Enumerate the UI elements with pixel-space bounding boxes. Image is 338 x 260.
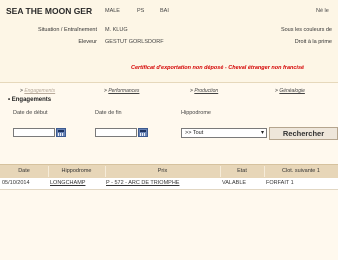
horse-sex: MALE <box>105 8 120 14</box>
tab-label: Performances <box>108 88 140 94</box>
situation-value: M. KLUG <box>105 27 128 33</box>
row-etat: VALABLE <box>222 180 247 186</box>
end-date-input[interactable] <box>95 128 137 137</box>
tab-arrow-icon: > <box>20 88 23 94</box>
end-date-label: Date de fin <box>95 110 122 116</box>
calendar-icon[interactable] <box>56 128 66 137</box>
birth-label: Né le <box>316 8 329 14</box>
race-link[interactable]: P - 572 - ARC DE TRIOMPHE <box>106 180 179 186</box>
column-header-date: Date <box>18 168 30 174</box>
search-button[interactable]: Rechercher <box>269 127 338 140</box>
section-title: • Engagements <box>8 97 52 103</box>
tab-engagements[interactable]: > Engagements <box>20 88 55 94</box>
breeder-value: GESTUT GORLSDORF <box>105 39 164 45</box>
tab-performances[interactable]: > Performances <box>104 88 139 94</box>
dropdown-arrow-icon: ▾ <box>260 130 264 136</box>
column-header-etat: Etat <box>237 168 247 174</box>
horse-color: BAI <box>160 8 169 14</box>
row-hippodrome[interactable]: LONGCHAMP <box>50 178 85 189</box>
situation-label: Situation / Entraînement <box>37 27 97 33</box>
tab-label: Généalogie <box>279 88 305 94</box>
tab-arrow-icon: > <box>190 88 193 94</box>
tab-production[interactable]: > Production <box>190 88 218 94</box>
prize-label: Droit à la prime <box>294 39 332 45</box>
hippodrome-link[interactable]: LONGCHAMP <box>50 180 85 186</box>
row-date: 05/10/2014 <box>2 180 30 186</box>
colors-label: Sous les couleurs de <box>280 27 332 33</box>
row-prix[interactable]: P - 572 - ARC DE TRIOMPHE <box>106 178 179 189</box>
hippodrome-label: Hippodrome <box>181 110 211 116</box>
tab-label: Engagements <box>24 88 56 94</box>
tab-arrow-icon: > <box>275 88 278 94</box>
table-header: Date Hippodrome Prix Etat Clot. suivante… <box>0 164 338 179</box>
horse-name: SEA THE MOON GER <box>6 6 93 16</box>
hippodrome-select-value: >> Tout <box>185 130 204 136</box>
start-date-input[interactable] <box>13 128 55 137</box>
column-header-hippodrome: Hippodrome <box>61 168 92 174</box>
calendar-icon[interactable] <box>138 128 148 137</box>
horse-coat: PS <box>137 8 145 14</box>
column-header-prix: Prix <box>157 168 168 174</box>
breeder-label: Eleveur <box>78 39 97 45</box>
hippodrome-select[interactable]: >> Tout ▾ <box>181 128 267 138</box>
tab-arrow-icon: > <box>104 88 107 94</box>
tab-genealogie[interactable]: > Généalogie <box>275 88 305 94</box>
table-row: 05/10/2014 LONGCHAMP P - 572 - ARC DE TR… <box>0 178 338 190</box>
row-clot: FORFAIT 1 <box>266 180 294 186</box>
start-date-label: Date de début <box>13 110 48 116</box>
column-header-clot: Clot. suivante 1 <box>282 168 320 174</box>
export-warning: Certificat d'exportation non déposé - Ch… <box>131 65 305 71</box>
tab-label: Production <box>194 88 219 94</box>
